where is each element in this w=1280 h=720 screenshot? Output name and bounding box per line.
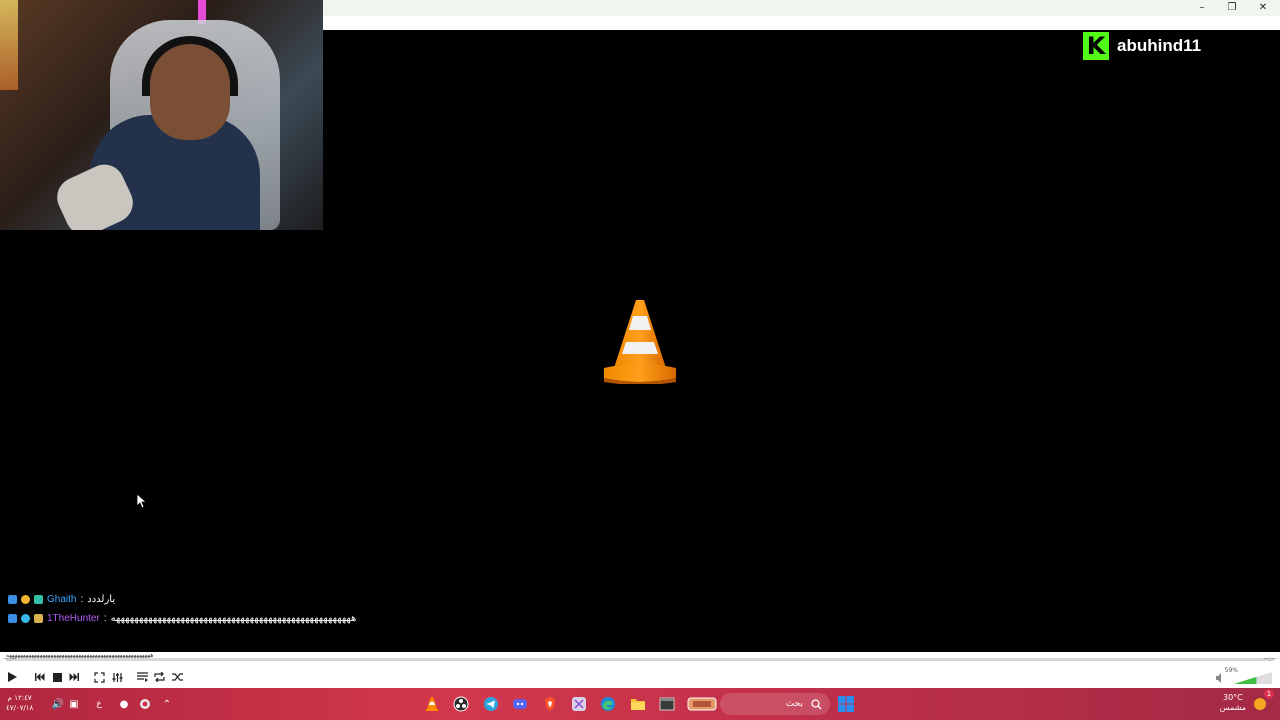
next-icon[interactable] (66, 669, 82, 685)
volume-slider[interactable]: 59% (1214, 667, 1274, 684)
windows-taskbar: ١٢:٤٧ م ٤٧/٠٧/١٨ 🔊 ▣ ع ● ⌃ بحث 30°C مشمس… (0, 688, 1280, 720)
badge-icon (34, 614, 43, 623)
kick-logo-icon: K (1083, 32, 1109, 60)
search-placeholder: بحث (785, 699, 803, 709)
chat-message: Ghaith : يارلددد (8, 590, 356, 609)
close-button[interactable]: ✕ (1248, 0, 1278, 14)
notification-badge[interactable]: 1 (1264, 689, 1274, 699)
chat-text: يارلددد (87, 594, 116, 605)
search-icon (811, 698, 822, 709)
volume-percent: 59% (1224, 667, 1238, 674)
clock-time: ١٢:٤٧ م (7, 694, 32, 702)
webcam-overlay (0, 0, 323, 230)
chat-username: 1TheHunter (47, 613, 100, 624)
time-elapsed: --:-- (4, 655, 17, 663)
shuffle-icon[interactable] (169, 669, 185, 685)
brave-taskbar-icon[interactable] (540, 694, 560, 714)
stop-icon[interactable] (49, 669, 65, 685)
badge-icon (21, 614, 30, 623)
chat-username: Ghaith (47, 594, 77, 605)
kick-username: abuhind11 (1117, 36, 1202, 55)
file-explorer-taskbar-icon[interactable] (628, 694, 648, 714)
clock-date: ٤٧/٠٧/١٨ (6, 704, 34, 712)
discord-taskbar-icon[interactable] (510, 694, 530, 714)
chevron-up-icon[interactable]: ⌃ (157, 694, 177, 714)
badge-icon (8, 614, 17, 623)
player-controls: 59% (0, 666, 1280, 688)
microphone-tray-icon[interactable]: ● (114, 694, 134, 714)
speaker-icon (1216, 673, 1221, 683)
game-taskbar-icon[interactable] (686, 694, 718, 714)
maximize-button[interactable]: ❐ (1217, 0, 1247, 14)
taskbar-clock[interactable]: ١٢:٤٧ م ٤٧/٠٧/١٨ (6, 693, 33, 713)
windows-start-icon[interactable] (836, 694, 856, 714)
edge-taskbar-icon[interactable] (598, 694, 618, 714)
weather-desc: مشمس (1219, 703, 1246, 712)
chat-message: 1TheHunter : ههههههههههههههههههههههههههه… (8, 609, 356, 628)
app-tray-icon[interactable] (135, 694, 155, 714)
badge-icon (21, 595, 30, 604)
badge-icon (34, 595, 43, 604)
playlist-icon[interactable] (134, 669, 150, 685)
seek-track[interactable] (6, 658, 1274, 661)
vlc-cone-icon (604, 300, 676, 384)
vlc-taskbar-icon[interactable] (422, 694, 442, 714)
obs-taskbar-icon[interactable] (451, 694, 471, 714)
lamp-glow (0, 0, 18, 90)
titlebar-strip (323, 16, 1280, 30)
app-window-taskbar-icon[interactable] (657, 694, 677, 714)
snipping-tool-taskbar-icon[interactable] (569, 694, 589, 714)
minimize-button[interactable]: – (1187, 0, 1217, 14)
telegram-taskbar-icon[interactable] (481, 694, 501, 714)
chat-overlay: Ghaith : يارلددد 1TheHunter : هههههههههه… (8, 560, 356, 628)
extended-settings-icon[interactable] (109, 669, 125, 685)
badge-icon (8, 595, 17, 604)
weather-temp: 30°C (1222, 693, 1243, 702)
chat-separator: : (80, 594, 84, 605)
mouse-cursor-icon (137, 494, 147, 508)
network-tray-icon[interactable]: ▣ (64, 694, 84, 714)
kick-overlay: K abuhind11 (1083, 32, 1201, 60)
play-icon[interactable] (4, 669, 20, 685)
loop-icon[interactable] (151, 669, 167, 685)
taskbar-search[interactable]: بحث (720, 693, 830, 715)
fullscreen-icon[interactable] (91, 669, 107, 685)
previous-icon[interactable] (32, 669, 48, 685)
chat-separator: : (103, 613, 107, 624)
chat-text: هههههههههههههههههههههههههههههههههههههههه… (110, 613, 357, 624)
seek-bar[interactable]: هههههههههههههههههههههههههههههههههههههههه… (0, 652, 1280, 666)
taskbar-weather[interactable]: 30°C مشمس (1220, 693, 1246, 713)
time-total[interactable]: --:-- (1264, 655, 1276, 663)
language-indicator[interactable]: ع (89, 694, 109, 714)
